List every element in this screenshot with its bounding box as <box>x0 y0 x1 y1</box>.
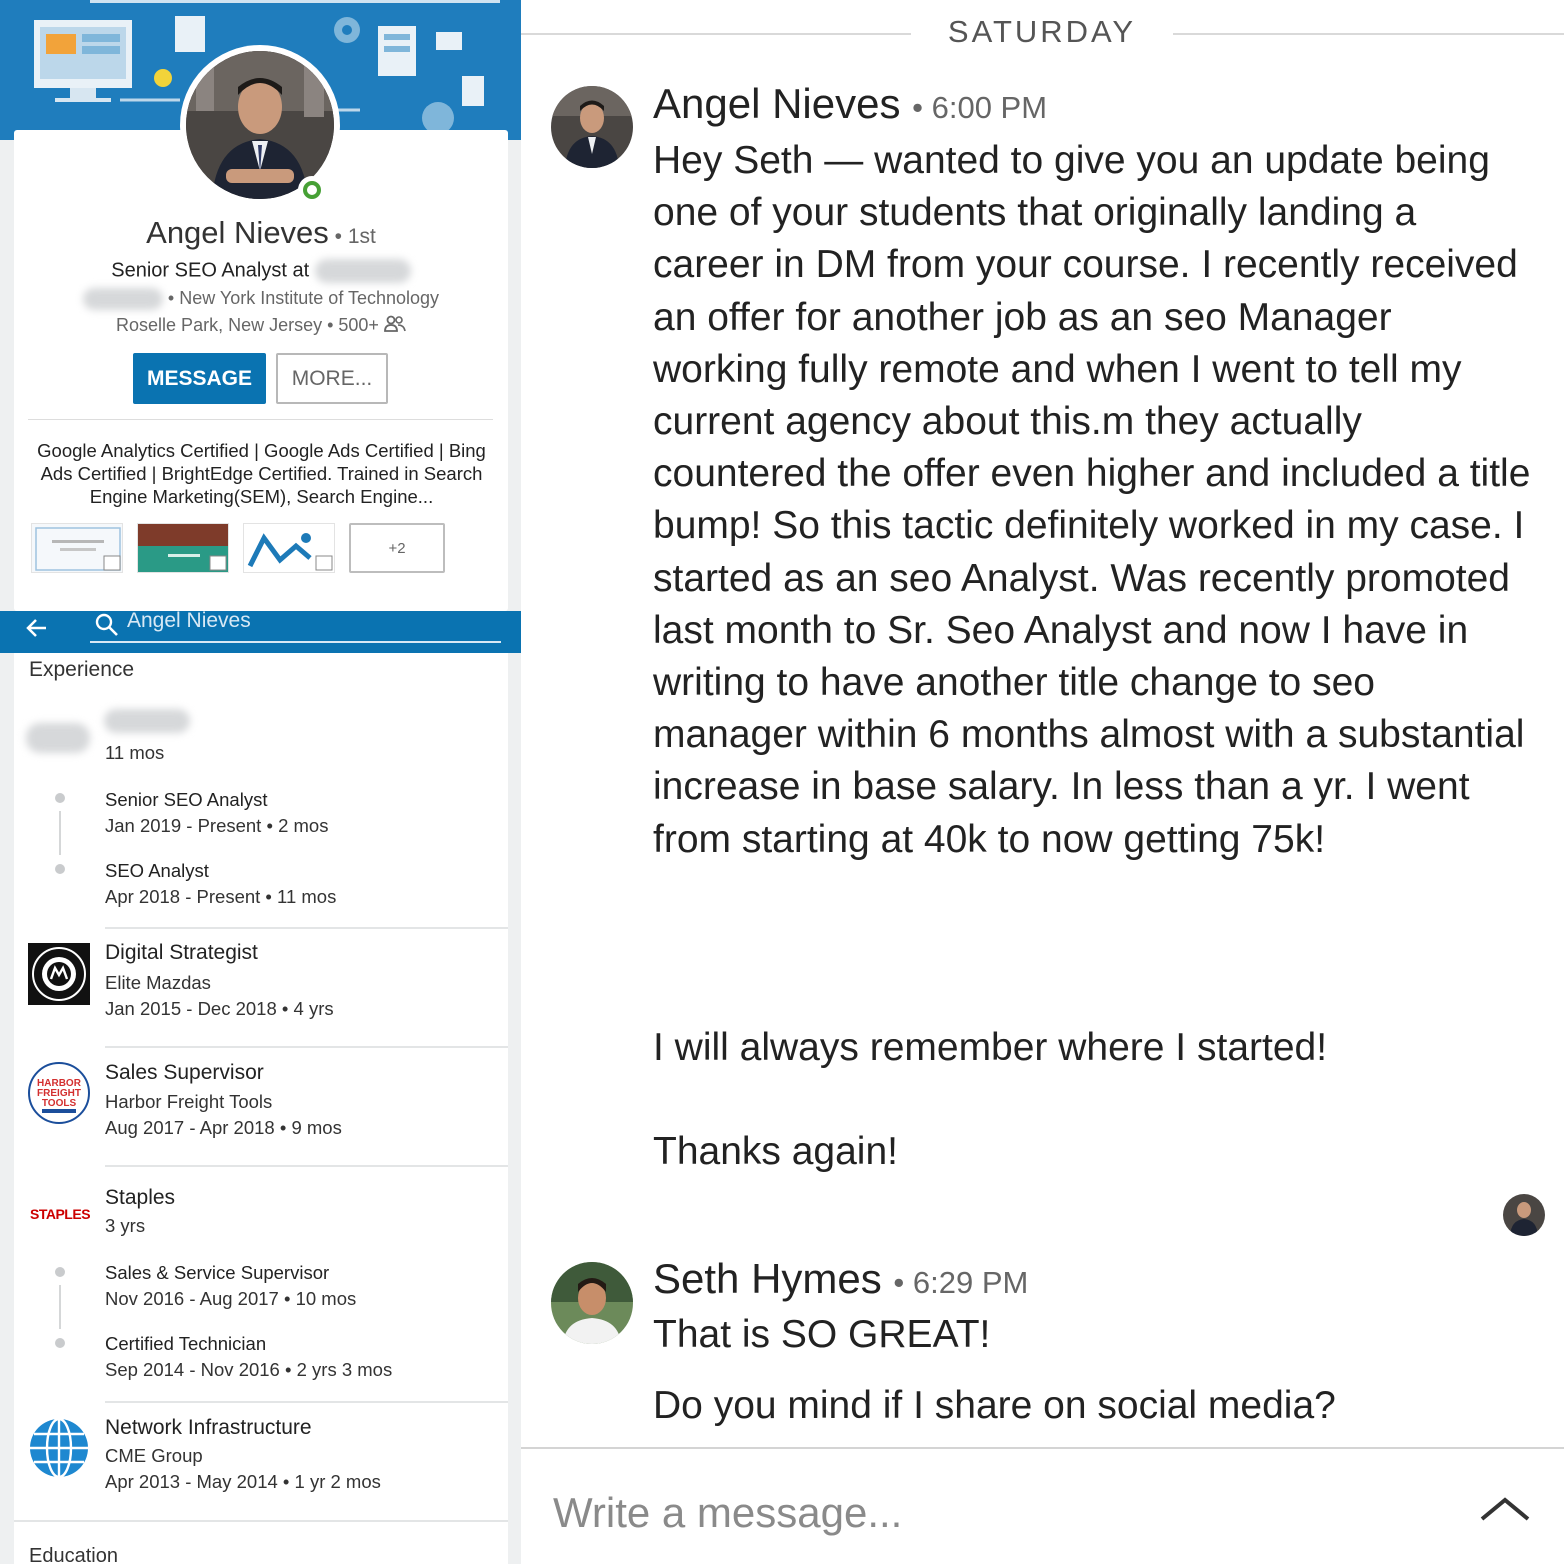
education-heading: Education <box>29 1545 118 1564</box>
timeline-dot <box>55 1338 65 1348</box>
role-dates: Sep 2014 - Nov 2016 • 2 yrs 3 mos <box>105 1359 393 1380</box>
read-receipt-avatar <box>1503 1194 1545 1236</box>
message-body: Thanks again! <box>653 1130 898 1173</box>
compose-bar <box>521 1449 1564 1564</box>
sender-name[interactable]: Angel Nieves <box>653 80 900 127</box>
sender-avatar[interactable] <box>551 86 633 168</box>
experience-heading: Experience <box>29 658 135 681</box>
more-button[interactable]: MORE... <box>276 353 388 404</box>
message-time: 6:00 PM <box>931 90 1048 125</box>
media-thumbnail-certificate[interactable] <box>31 523 123 573</box>
job-dates: Apr 2013 - May 2014 • 1 yr 2 mos <box>105 1471 381 1492</box>
day-divider-line <box>521 33 911 35</box>
job-company: Harbor Freight Tools <box>105 1091 273 1112</box>
role-dates: Jan 2019 - Present • 2 mos <box>105 815 329 836</box>
separator <box>105 927 508 929</box>
screenshot-collage: Angel Nieves • 1st Senior SEO Analyst at… <box>0 0 1564 1564</box>
cme-group-logo <box>28 1417 90 1479</box>
harbor-logo-line-3: TOOLS <box>42 1098 77 1109</box>
message-time: 6:29 PM <box>912 1265 1029 1300</box>
job-company: Elite Mazdas <box>105 972 211 993</box>
profile-name-line: Angel Nieves • 1st <box>14 215 508 251</box>
role-dates: Apr 2018 - Present • 11 mos <box>105 886 337 907</box>
profile-panel: Angel Nieves • 1st Senior SEO Analyst at… <box>0 0 521 611</box>
timeline-dot <box>55 1267 65 1277</box>
job-company: CME Group <box>105 1445 203 1466</box>
timeline-dot <box>55 864 65 874</box>
day-divider-line <box>1173 33 1564 35</box>
profile-summary[interactable]: Google Analytics Certified | Google Ads … <box>34 439 489 508</box>
staples-logo-text: STAPLES <box>30 1206 90 1222</box>
sender-name[interactable]: Seth Hymes <box>653 1255 882 1302</box>
role-dates: Nov 2016 - Aug 2017 • 10 mos <box>105 1288 357 1309</box>
role-title[interactable]: Sales & Service Supervisor <box>105 1262 329 1284</box>
separator <box>14 1520 508 1522</box>
timeline-dot <box>55 793 65 803</box>
back-arrow-icon[interactable] <box>22 613 52 643</box>
message-header: Angel Nieves • 6:00 PM <box>653 80 1047 128</box>
chevron-up-icon[interactable] <box>1479 1495 1531 1523</box>
staples-logo: STAPLES <box>28 1201 91 1227</box>
message-input[interactable] <box>553 1489 1353 1537</box>
redacted-company <box>82 288 163 311</box>
separator <box>105 1165 508 1167</box>
search-underline <box>90 641 501 643</box>
search-bar: Angel Nieves <box>0 611 521 653</box>
separator <box>105 1401 508 1403</box>
profile-location: Roselle Park, New Jersey • 500+ <box>116 315 379 335</box>
message-body: Hey Seth — wanted to give you an update … <box>653 139 1531 861</box>
role-title[interactable]: Certified Technician <box>105 1333 266 1355</box>
redacted-company-logo <box>26 723 90 753</box>
messaging-panel: SATURDAY Angel Nieves • 6:00 PM Hey Seth… <box>521 0 1564 1564</box>
profile-school: • New York Institute of Technology <box>162 288 440 308</box>
sender-avatar[interactable] <box>551 1262 633 1344</box>
job-dates: Aug 2017 - Apr 2018 • 9 mos <box>105 1117 342 1138</box>
message-body: Do you mind if I share on social media? <box>653 1384 1336 1427</box>
separator-dot: • <box>912 90 932 125</box>
role-title[interactable]: SEO Analyst <box>105 860 209 882</box>
redacted-company <box>314 259 411 283</box>
company-duration: 3 yrs <box>105 1215 146 1236</box>
experience-panel: Angel Nieves Experience 11 mos Senior SE… <box>0 611 521 1564</box>
profile-title: Senior SEO Analyst at <box>111 259 310 282</box>
timeline-line <box>59 811 61 855</box>
job-title[interactable]: Network Infrastructure <box>105 1416 312 1440</box>
connection-degree: • 1st <box>328 225 376 248</box>
separator <box>105 1046 508 1048</box>
job-dates: Jan 2015 - Dec 2018 • 4 yrs <box>105 998 334 1019</box>
message-header: Seth Hymes • 6:29 PM <box>653 1255 1028 1303</box>
message-body: That is SO GREAT! <box>653 1313 991 1356</box>
company-name[interactable]: Staples <box>105 1186 175 1210</box>
separator-dot: • <box>893 1265 913 1300</box>
media-thumbnail-slide[interactable] <box>137 523 229 573</box>
redacted-company-name <box>104 709 190 733</box>
search-icon <box>95 613 118 636</box>
connections-icon <box>384 315 406 332</box>
job-title[interactable]: Sales Supervisor <box>105 1061 264 1085</box>
elite-mazdas-logo <box>28 943 90 1005</box>
profile-name: Angel Nieves <box>146 215 329 250</box>
company-duration: 11 mos <box>105 742 165 763</box>
online-status-icon <box>298 176 326 204</box>
profile-location-line: Roselle Park, New Jersey • 500+ <box>14 315 508 336</box>
divider <box>28 419 493 420</box>
more-media-button[interactable]: +2 <box>349 523 445 573</box>
search-input[interactable]: Angel Nieves <box>127 611 251 633</box>
day-divider-label: SATURDAY <box>947 14 1137 49</box>
profile-headline: Senior SEO Analyst at <box>14 259 508 283</box>
media-thumbnail-chart[interactable] <box>243 523 335 573</box>
role-title[interactable]: Senior SEO Analyst <box>105 789 267 811</box>
timeline-line <box>59 1285 61 1329</box>
harbor-freight-logo: HARBOR FREIGHT TOOLS <box>28 1062 90 1124</box>
profile-school-line: • New York Institute of Technology <box>14 288 508 311</box>
message-body: I will always remember where I started! <box>653 1026 1328 1069</box>
job-title[interactable]: Digital Strategist <box>105 941 258 965</box>
message-button[interactable]: MESSAGE <box>133 353 266 404</box>
